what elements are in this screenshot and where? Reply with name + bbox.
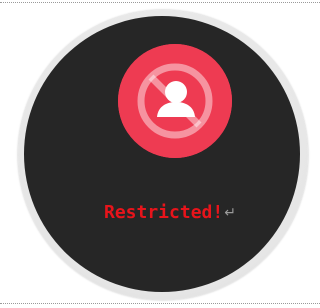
restricted-status-message: Restricted! ↵ xyxy=(104,199,236,225)
top-dotted-divider xyxy=(0,2,320,3)
bottom-dotted-divider xyxy=(0,303,320,304)
restricted-user-icon xyxy=(118,44,232,158)
page: Restricted! ↵ xyxy=(0,0,320,308)
return-mark-icon: ↵ xyxy=(224,205,236,221)
restricted-text: Restricted! xyxy=(104,201,224,223)
